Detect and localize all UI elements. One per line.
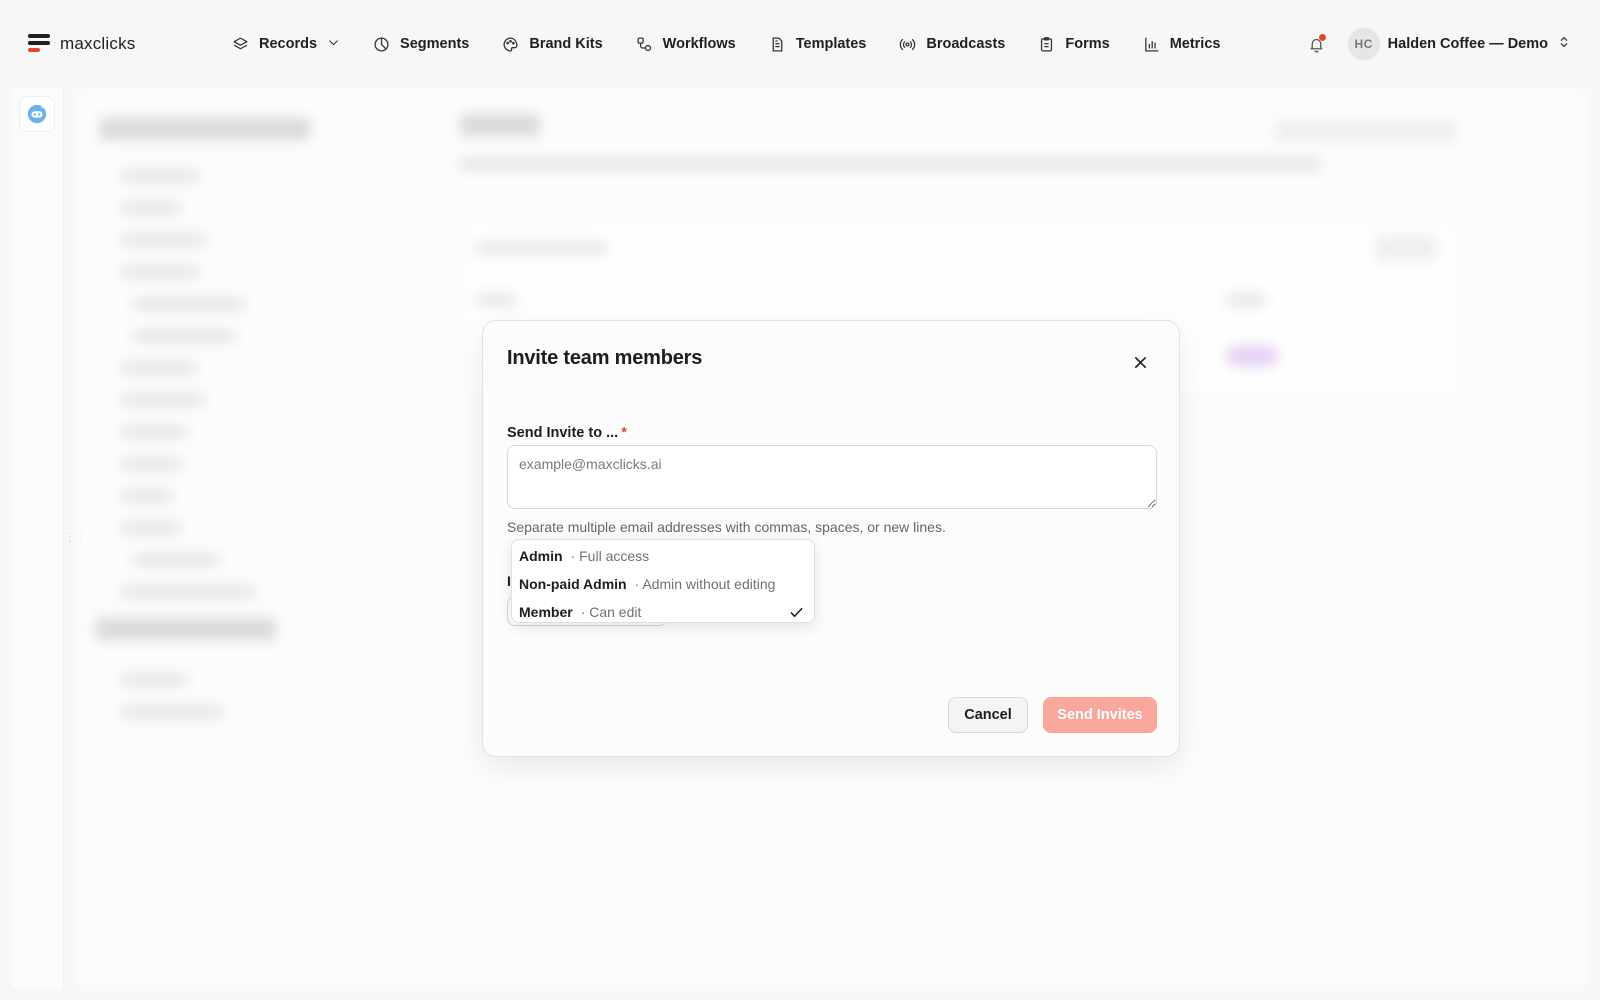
main-nav: Records Segments Brand Kits Workflows Te… — [232, 30, 1253, 58]
account-switcher-label[interactable]: Halden Coffee — Demo — [1388, 36, 1548, 52]
checkmark-icon — [790, 607, 803, 618]
avatar[interactable]: HC — [1347, 28, 1380, 60]
nav-item-label: Metrics — [1169, 36, 1221, 52]
close-button[interactable] — [1131, 353, 1149, 371]
nav-item-label: Records — [259, 36, 318, 52]
account-area: HC Halden Coffee — Demo — [1306, 28, 1570, 60]
nav-item-label: Broadcasts — [926, 36, 1006, 52]
chevron-down-icon — [327, 36, 340, 53]
logo-mark-icon — [28, 34, 50, 54]
nav-item-forms[interactable]: Forms — [1038, 30, 1110, 58]
nav-item-templates[interactable]: Templates — [769, 30, 867, 58]
email-field-label: Send Invite to ... * — [507, 425, 627, 441]
role-option-admin[interactable]: Admin · Full access — [512, 542, 814, 570]
dialog-title: Invite team members — [507, 347, 703, 369]
workflow-icon — [637, 36, 651, 51]
role-option-description: · Full access — [570, 548, 650, 564]
notifications-button[interactable] — [1306, 33, 1328, 55]
close-icon — [1134, 356, 1146, 368]
broadcast-icon — [900, 38, 916, 50]
role-dropdown-menu: Admin · Full access Non-paid Admin · Adm… — [511, 539, 815, 623]
bar-chart-icon — [1144, 36, 1159, 52]
layers-icon — [233, 36, 248, 49]
required-marker: * — [621, 425, 627, 441]
nav-item-label: Forms — [1065, 36, 1110, 52]
brand-logo[interactable]: maxclicks — [28, 34, 135, 54]
send-invites-button[interactable]: Send Invites — [1043, 697, 1157, 733]
chevron-updown-icon[interactable] — [1558, 35, 1570, 54]
email-helper-text: Separate multiple email addresses with c… — [507, 519, 946, 535]
nav-item-label: Workflows — [662, 36, 736, 52]
role-option-name: Admin — [519, 548, 563, 564]
pie-chart-icon — [374, 36, 389, 52]
brand-name: maxclicks — [60, 34, 136, 53]
role-option-description: · Can edit — [580, 604, 642, 620]
nav-item-records[interactable]: Records — [232, 30, 340, 58]
nav-item-segments[interactable]: Segments — [373, 30, 469, 58]
palette-icon — [503, 36, 518, 52]
role-option-name: Member — [519, 604, 573, 620]
top-navigation: maxclicks Records Segments Brand Kits Wo… — [0, 0, 1600, 88]
role-option-member[interactable]: Member · Can edit — [512, 598, 814, 626]
nav-item-broadcasts[interactable]: Broadcasts — [899, 30, 1005, 58]
email-label-text: Send Invite to ... — [507, 425, 619, 441]
cancel-button[interactable]: Cancel — [948, 697, 1028, 733]
clipboard-icon — [1041, 36, 1053, 52]
nav-item-brand-kits[interactable]: Brand Kits — [502, 30, 603, 58]
email-field[interactable] — [507, 445, 1157, 509]
role-option-name: Non-paid Admin — [519, 576, 627, 592]
invite-dialog: Invite team members Send Invite to ... * … — [482, 320, 1180, 757]
notification-dot — [1318, 34, 1326, 41]
document-icon — [772, 36, 783, 52]
role-option-description: · Admin without editing — [634, 576, 776, 592]
nav-item-label: Templates — [795, 36, 867, 52]
nav-item-label: Brand Kits — [529, 36, 603, 52]
role-option-non-paid-admin[interactable]: Non-paid Admin · Admin without editing — [512, 570, 814, 598]
nav-item-label: Segments — [400, 36, 470, 52]
nav-item-workflows[interactable]: Workflows — [636, 30, 736, 58]
nav-item-metrics[interactable]: Metrics — [1143, 30, 1221, 58]
